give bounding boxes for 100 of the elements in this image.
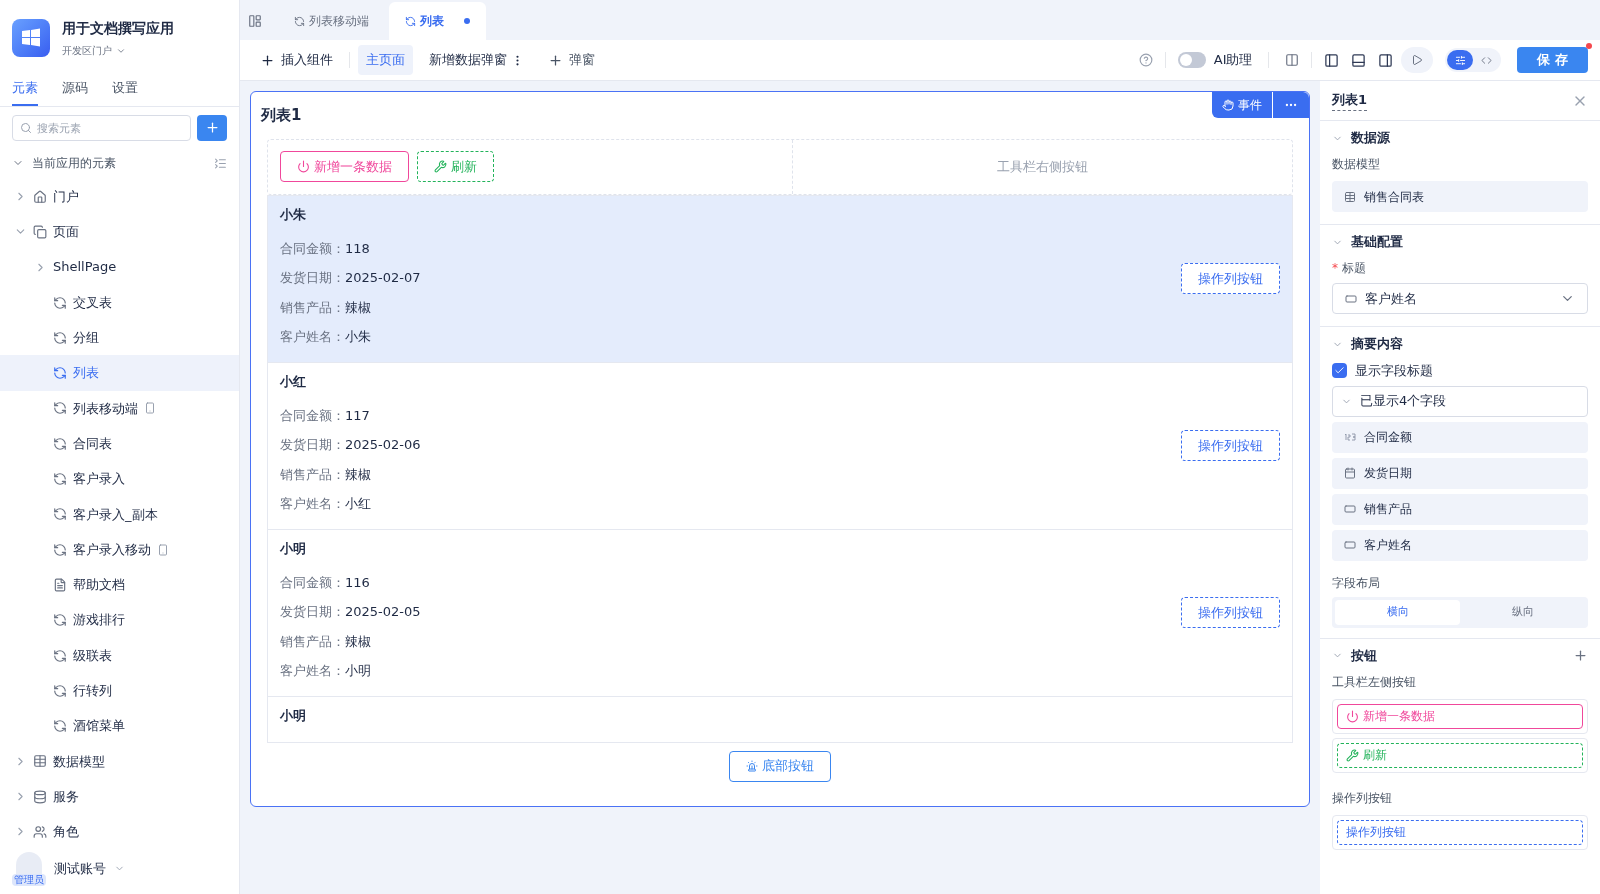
tree-label: 交叉表 xyxy=(73,293,112,312)
preview-button[interactable] xyxy=(1401,47,1434,73)
tree-heading: 当前应用的元素 xyxy=(32,155,116,172)
tree-label: 游戏排行 xyxy=(73,611,125,630)
tree-label: 门户 xyxy=(53,187,79,206)
field-label: 合同金额： xyxy=(280,239,345,258)
tree-item[interactable]: 列表移动端 xyxy=(0,390,239,427)
sidebar-tab[interactable]: 设置 xyxy=(112,78,138,106)
tree-label: 行转列 xyxy=(73,682,112,701)
action-button[interactable]: 操作列按钮 xyxy=(1181,430,1280,461)
field-label: 客户姓名： xyxy=(280,662,345,680)
tree-item[interactable]: 服务 xyxy=(0,779,239,815)
tree-item[interactable]: 交叉表 xyxy=(0,284,239,321)
document-tab[interactable]: 列表 xyxy=(389,2,486,40)
tree-item[interactable]: 客户录入移动 xyxy=(0,531,239,568)
field-label: 销售产品： xyxy=(280,632,345,651)
tree-item[interactable]: 角色 xyxy=(0,814,239,850)
checkbox[interactable] xyxy=(1332,363,1347,379)
field-value: 117 xyxy=(345,406,370,425)
field-item[interactable]: 客户姓名 xyxy=(1332,529,1588,561)
ai-switch[interactable] xyxy=(1177,52,1206,68)
tree-item[interactable]: 数据模型 xyxy=(0,743,239,780)
field-item[interactable]: 合同金额 xyxy=(1332,421,1588,453)
tree-item[interactable]: 帮助文档 xyxy=(0,567,239,603)
action-button[interactable]: 操作列按钮 xyxy=(1181,597,1280,628)
action-button[interactable]: 操作列按钮 xyxy=(1181,263,1280,294)
code-icon xyxy=(1480,54,1492,66)
tree-item[interactable]: 列表 xyxy=(0,355,239,391)
layout-option[interactable]: 横向 xyxy=(1335,599,1460,625)
field-label: 字段布局 xyxy=(1332,574,1381,592)
tree-item[interactable]: 客户录入 xyxy=(0,461,239,497)
tree-label: 帮助文档 xyxy=(73,576,125,595)
row-title: 小红 xyxy=(280,372,306,391)
tree-item[interactable]: 页面 xyxy=(0,214,239,250)
tree-item[interactable]: 合同表 xyxy=(0,426,239,462)
field-label: 客户姓名： xyxy=(280,328,345,346)
field-label: 发货日期： xyxy=(280,269,345,287)
play-icon xyxy=(1411,54,1424,66)
phone-icon xyxy=(157,543,169,556)
text-field-icon xyxy=(1345,292,1357,305)
service-icon xyxy=(33,789,47,804)
field-value: 辣椒 xyxy=(345,298,371,317)
add-popup-button[interactable]: 弹窗 xyxy=(540,50,603,70)
layout-icon[interactable] xyxy=(1285,53,1300,67)
field-label: 工具栏左侧按钮 xyxy=(1332,673,1417,691)
row-title: 小朱 xyxy=(280,205,306,224)
tree-item[interactable]: 级联表 xyxy=(0,637,239,674)
tree-item[interactable]: ShellPage xyxy=(0,249,239,285)
page-tab[interactable]: 新增数据弹窗 xyxy=(421,45,532,75)
sidebar-tab[interactable]: 元素 xyxy=(12,78,38,106)
layout-option[interactable]: 纵向 xyxy=(1460,599,1585,625)
tree-item[interactable]: 酒馆菜单 xyxy=(0,708,239,744)
more-button[interactable] xyxy=(1273,92,1309,118)
bottom-panel-icon[interactable] xyxy=(1351,52,1367,68)
hand-icon xyxy=(1222,99,1234,111)
event-button[interactable]: 事件 xyxy=(1212,92,1272,118)
home-icon xyxy=(33,189,47,204)
tree-item[interactable]: 分组 xyxy=(0,320,239,356)
wrench-icon xyxy=(1346,748,1359,762)
save-button[interactable]: 保 存 xyxy=(1517,47,1588,73)
left-panel-icon[interactable] xyxy=(1324,52,1340,68)
text-field-icon xyxy=(1344,539,1356,551)
field-value: 118 xyxy=(345,239,370,258)
field-value: 辣椒 xyxy=(345,632,371,651)
widget-title: 列表1 xyxy=(261,105,302,126)
footer-button[interactable]: 底部按钮 xyxy=(729,750,831,782)
plus-icon[interactable] xyxy=(1573,648,1588,663)
ai-label: AI助理 xyxy=(1213,51,1253,70)
placeholder-text: 工具栏右侧按钮 xyxy=(996,157,1088,176)
tree-label: 分组 xyxy=(73,329,99,348)
page-tab[interactable]: 主页面 xyxy=(358,45,413,75)
insert-component-button[interactable]: 插入组件 xyxy=(252,50,341,70)
settings-mode-button[interactable] xyxy=(1447,50,1474,70)
fields-group-header[interactable]: 已显示4个字段 xyxy=(1332,385,1588,417)
account-name[interactable]: 测试账号 xyxy=(54,858,106,879)
sidebar-tab[interactable]: 源码 xyxy=(62,78,88,106)
app-name: 用于文档撰写应用 xyxy=(62,19,174,38)
field-label: 客户姓名： xyxy=(280,495,345,513)
section-heading: 摘要内容 xyxy=(1351,335,1403,354)
portal-selector[interactable]: 开发区门户 xyxy=(62,43,174,58)
tree-item[interactable]: 客户录入_副本 xyxy=(0,496,239,532)
tree-item[interactable]: 行转列 xyxy=(0,673,239,709)
add-button[interactable] xyxy=(197,114,227,141)
field-item[interactable]: 销售产品 xyxy=(1332,493,1588,525)
title-select[interactable]: 客户姓名 xyxy=(1332,283,1588,314)
tree-item[interactable]: 门户 xyxy=(0,179,239,215)
collapse-sidebar-icon[interactable] xyxy=(248,14,262,28)
tree-item[interactable]: 游戏排行 xyxy=(0,602,239,638)
document-tab[interactable]: 列表移动端 xyxy=(278,2,385,40)
list-row[interactable]: 小朱 合同金额：118 发货日期：2025-02-07 销售产品：辣椒 客户姓名：小朱 操作列按钮 xyxy=(268,195,1292,363)
search-field[interactable]: 搜索元素 xyxy=(12,115,191,141)
model-field[interactable]: 销售合同表 xyxy=(1332,181,1588,212)
right-panel-icon[interactable] xyxy=(1378,52,1394,68)
plus-icon xyxy=(204,120,220,135)
tree-label: ShellPage xyxy=(53,258,117,277)
section-heading: 数据源 xyxy=(1351,129,1390,148)
field-item[interactable]: 发货日期 xyxy=(1332,457,1588,489)
help-icon[interactable] xyxy=(1138,53,1153,67)
panel-title: 列表1 xyxy=(1332,90,1368,111)
add-data-button[interactable]: 新增一条数据 xyxy=(280,151,409,182)
